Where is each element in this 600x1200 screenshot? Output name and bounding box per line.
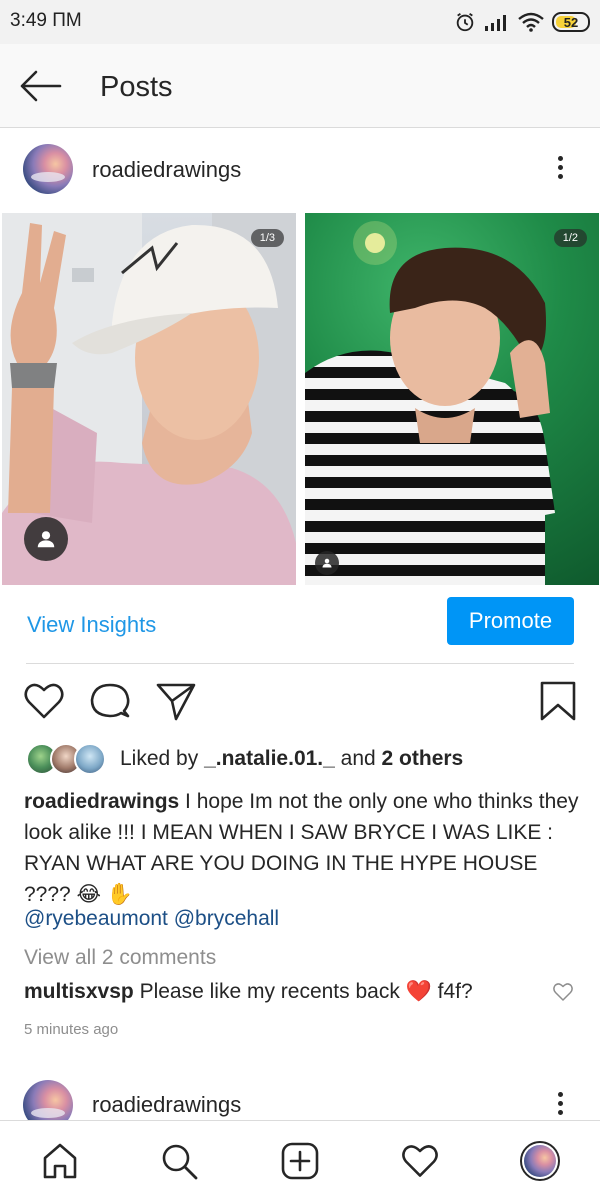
post-username[interactable]: roadiedrawings (92, 1092, 241, 1118)
wifi-icon (518, 12, 544, 32)
home-icon[interactable] (38, 1139, 82, 1183)
battery-level: 52 (563, 14, 579, 30)
bottom-navigation (0, 1120, 600, 1200)
liked-by-user[interactable]: _.natalie.01._ (204, 747, 335, 771)
next-post-header: roadiedrawings (0, 1066, 600, 1120)
tagged-people-icon[interactable] (315, 551, 339, 575)
comment-username[interactable]: multisxvsp (24, 980, 134, 1003)
caption-mentions[interactable]: @ryebeaumont @brycehall (24, 907, 279, 931)
signal-icon (485, 15, 506, 31)
liked-by-others[interactable]: 2 others (382, 747, 464, 771)
alarm-icon (456, 12, 474, 32)
add-post-icon[interactable] (278, 1139, 322, 1183)
page-title: Posts (100, 71, 173, 103)
liker-avatar (74, 743, 106, 775)
post-actions (0, 675, 600, 731)
heart-icon[interactable] (22, 679, 66, 723)
photo-illustration-2 (305, 221, 555, 585)
more-options-icon[interactable] (548, 1088, 572, 1120)
post-caption: roadiedrawings I hope Im not the only on… (24, 786, 584, 910)
comment-preview: multisxvsp Please like my recents back ❤… (24, 980, 473, 1004)
app-bar: Posts (0, 44, 600, 128)
promote-button[interactable]: Promote (447, 597, 574, 645)
insights-row: View Insights Promote (0, 586, 600, 664)
status-bar: 3:49 ПМ 52 (0, 0, 600, 44)
user-avatar[interactable] (23, 144, 73, 194)
bookmark-icon[interactable] (536, 679, 580, 723)
post-username[interactable]: roadiedrawings (92, 157, 241, 183)
liked-by-prefix: Liked by (120, 747, 199, 770)
likes-summary[interactable]: Liked by _.natalie.01._ and 2 others (26, 742, 463, 776)
view-insights-link[interactable]: View Insights (27, 612, 156, 638)
post-image-2[interactable]: 1/2 (305, 213, 599, 585)
battery-indicator: 52 (552, 12, 590, 32)
divider (26, 663, 574, 664)
more-options-icon[interactable] (548, 152, 572, 188)
caption-username[interactable]: roadiedrawings (24, 790, 179, 813)
comment-text: Please like my recents back ❤️ f4f? (139, 980, 473, 1003)
status-icons: 52 (454, 9, 590, 35)
comment-heart-icon[interactable] (552, 981, 574, 1003)
post-image-1[interactable]: 1/3 (2, 213, 296, 585)
profile-avatar[interactable] (518, 1139, 562, 1183)
liker-avatars (26, 743, 108, 775)
tagged-people-icon[interactable] (24, 517, 68, 561)
post-media[interactable]: 1/3 1/2 (0, 213, 600, 585)
liked-by-and: and (340, 747, 376, 770)
activity-heart-icon[interactable] (398, 1139, 442, 1183)
image-counter: 1/2 (553, 229, 587, 247)
comment-icon[interactable] (88, 679, 132, 723)
send-icon[interactable] (154, 679, 198, 723)
back-arrow-icon[interactable] (18, 68, 62, 104)
image-counter: 1/3 (250, 229, 284, 247)
user-avatar[interactable] (23, 1080, 73, 1120)
post-header: roadiedrawings (0, 128, 600, 208)
post-timestamp: 5 minutes ago (24, 1021, 119, 1038)
status-time: 3:49 ПМ (10, 10, 82, 31)
view-all-comments-link[interactable]: View all 2 comments (24, 946, 216, 970)
search-icon[interactable] (157, 1139, 201, 1183)
